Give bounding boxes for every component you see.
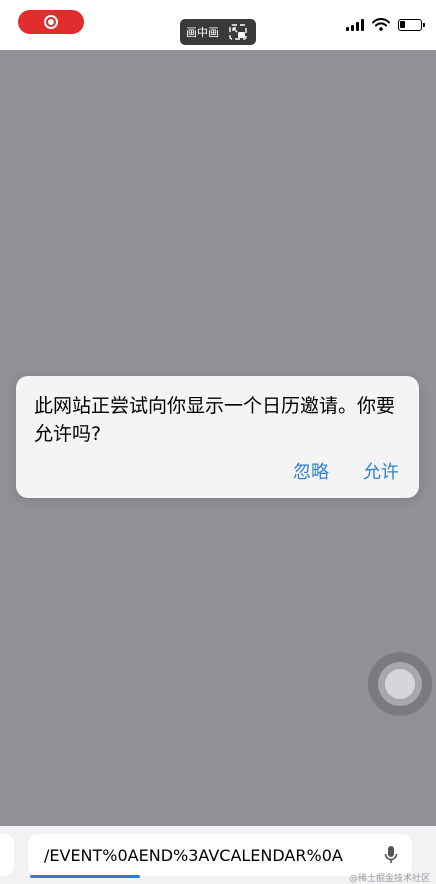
- status-icons: [346, 14, 425, 36]
- previous-tab-stub[interactable]: [0, 834, 14, 876]
- battery-icon: [398, 19, 425, 31]
- signal-icon: [346, 19, 364, 31]
- wifi-icon: [372, 16, 390, 35]
- page-load-progress: [30, 875, 140, 878]
- status-bar: 画中画: [0, 0, 436, 50]
- pip-label: 画中画: [186, 26, 219, 39]
- allow-button[interactable]: 允许: [363, 458, 399, 484]
- screen-recording-indicator[interactable]: [18, 10, 84, 34]
- alert-actions: 忽略 允许: [293, 458, 399, 484]
- address-text: /EVENT%0AEND%3AVCALENDAR%0A: [44, 845, 343, 865]
- picture-in-picture-pill[interactable]: 画中画: [180, 19, 256, 45]
- record-icon: [44, 15, 58, 29]
- assistive-touch-button[interactable]: [368, 652, 432, 716]
- watermark: @稀土掘金技术社区: [348, 874, 430, 884]
- calendar-invite-alert: 此网站正尝试向你显示一个日历邀请。你要允许吗? 忽略 允许: [16, 376, 419, 498]
- pip-icon: [229, 24, 247, 40]
- ignore-button[interactable]: 忽略: [293, 458, 329, 484]
- assistive-touch-ring: [378, 662, 422, 706]
- microphone-icon[interactable]: [384, 845, 398, 869]
- assistive-touch-core: [385, 669, 415, 699]
- browser-bottom-bar: /EVENT%0AEND%3AVCALENDAR%0A @稀土掘金技术社区: [0, 826, 436, 884]
- alert-message: 此网站正尝试向你显示一个日历邀请。你要允许吗?: [34, 395, 396, 445]
- address-field[interactable]: /EVENT%0AEND%3AVCALENDAR%0A: [28, 834, 412, 876]
